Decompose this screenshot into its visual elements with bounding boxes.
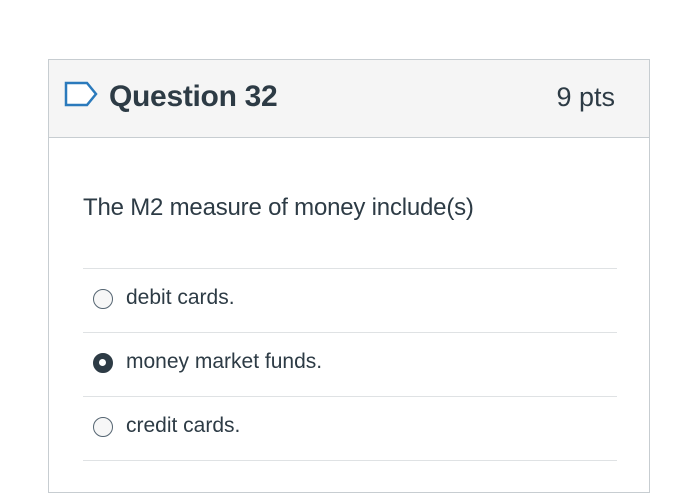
radio-button[interactable] bbox=[93, 417, 113, 437]
question-header: Question 32 9 pts bbox=[49, 60, 649, 138]
answer-label: money market funds. bbox=[126, 350, 323, 373]
question-card: Question 32 9 pts The M2 measure of mone… bbox=[48, 59, 650, 493]
flag-question-icon[interactable] bbox=[63, 80, 99, 108]
question-points: 9 pts bbox=[556, 82, 615, 112]
radio-button[interactable] bbox=[93, 289, 113, 309]
answer-option-credit-cards[interactable]: credit cards. bbox=[83, 396, 617, 461]
question-title: Question 32 bbox=[109, 80, 278, 113]
radio-button-selected[interactable] bbox=[93, 353, 113, 373]
answer-list: debit cards. money market funds. credit … bbox=[83, 268, 617, 461]
answer-label: debit cards. bbox=[126, 286, 235, 309]
answer-label: credit cards. bbox=[126, 414, 241, 437]
answer-option-money-market-funds[interactable]: money market funds. bbox=[83, 332, 617, 396]
answer-option-debit-cards[interactable]: debit cards. bbox=[83, 268, 617, 332]
question-text: The M2 measure of money include(s) bbox=[83, 194, 474, 221]
